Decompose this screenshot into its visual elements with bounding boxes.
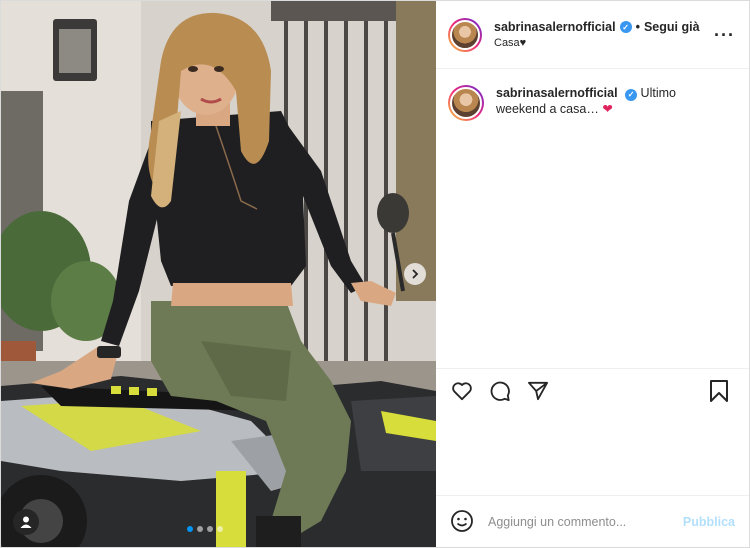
likes-area <box>436 413 749 495</box>
following-button[interactable]: Segui già <box>644 20 700 34</box>
carousel-indicator <box>187 526 223 532</box>
next-slide-button[interactable] <box>404 263 426 285</box>
post-photo[interactable] <box>1 1 436 547</box>
chevron-right-icon <box>412 269 419 279</box>
separator-dot: • <box>635 20 640 34</box>
caption-avatar[interactable] <box>448 85 484 121</box>
add-comment-bar: Pubblica <box>436 495 749 547</box>
smiley-icon <box>451 509 473 532</box>
comment-icon <box>490 381 510 402</box>
caption-username-link[interactable]: sabrinasalernofficial <box>496 86 618 100</box>
carousel-dot <box>197 526 203 532</box>
comment-button[interactable] <box>488 379 512 403</box>
share-button[interactable] <box>526 379 550 403</box>
more-icon: ··· <box>714 24 735 45</box>
like-button[interactable] <box>450 379 474 403</box>
carousel-dot <box>187 526 193 532</box>
paper-plane-icon <box>528 381 548 401</box>
verified-badge-icon: ✓ <box>625 89 638 101</box>
publish-button[interactable]: Pubblica <box>683 515 735 529</box>
post-side-panel: sabrinasalernofficial ✓ • Segui già Casa… <box>436 1 749 547</box>
post-header: sabrinasalernofficial ✓ • Segui già Casa… <box>436 1 749 69</box>
caption-text-block: sabrinasalernofficial ✓ Ultimo weekend a… <box>496 85 696 121</box>
comments-section: sabrinasalernofficial ✓ Ultimo weekend a… <box>436 69 749 368</box>
photo-illustration <box>1 1 436 547</box>
carousel-dot <box>217 526 223 532</box>
carousel-dot <box>207 526 213 532</box>
instagram-post-modal: sabrinasalernofficial ✓ • Segui già Casa… <box>0 0 750 548</box>
more-options-button[interactable]: ··· <box>714 26 735 44</box>
caption: sabrinasalernofficial ✓ Ultimo weekend a… <box>448 85 737 121</box>
save-button[interactable] <box>707 379 731 403</box>
username-link[interactable]: sabrinasalernofficial <box>494 20 616 34</box>
verified-badge-icon: ✓ <box>619 21 632 33</box>
action-bar <box>436 368 749 413</box>
location-link[interactable]: Casa♥ <box>494 37 714 49</box>
user-icon <box>20 516 32 528</box>
heart-icon <box>452 382 472 401</box>
tagged-users-button[interactable] <box>13 509 39 535</box>
emoji-picker-button[interactable] <box>450 509 476 535</box>
bookmark-icon <box>710 380 728 402</box>
red-heart-emoji-icon: ❤ <box>602 102 613 116</box>
avatar[interactable] <box>448 17 482 52</box>
comment-input[interactable] <box>488 514 683 529</box>
